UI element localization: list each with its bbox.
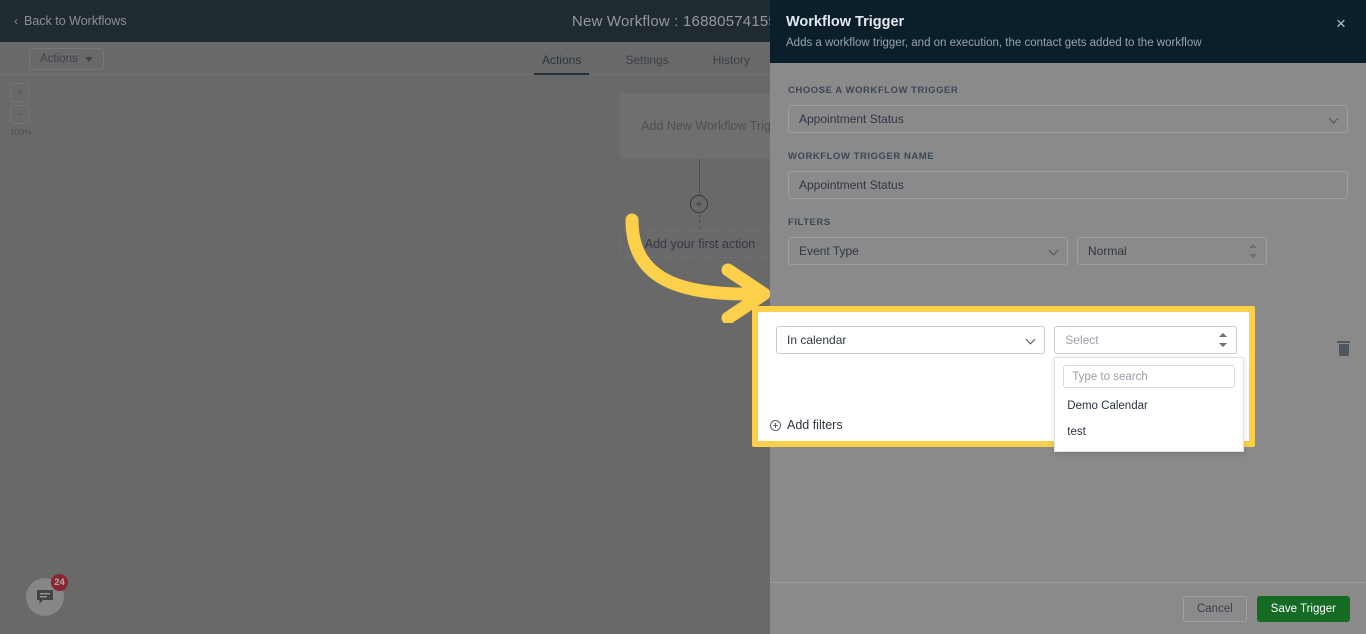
save-trigger-button[interactable]: Save Trigger <box>1256 595 1350 622</box>
chat-widget-button[interactable]: 24 <box>26 574 68 616</box>
calendar-search-input[interactable]: Type to search <box>1063 365 1236 388</box>
panel-header: Workflow Trigger Adds a workflow trigger… <box>770 0 1366 63</box>
chat-bubble-icon <box>37 590 53 604</box>
delete-filter-icon[interactable] <box>1337 341 1350 356</box>
panel-body: CHOOSE A WORKFLOW TRIGGER Appointment St… <box>752 63 1366 582</box>
chevron-down-icon <box>84 56 93 62</box>
filter-calendar-value-placeholder: Select <box>1065 333 1099 347</box>
filter-operator-select[interactable]: Normal <box>1077 237 1267 265</box>
connector-line <box>699 159 700 196</box>
zoom-level-label: 100% <box>10 127 32 137</box>
choose-trigger-value: Appointment Status <box>799 112 904 126</box>
choose-trigger-select[interactable]: Appointment Status <box>788 105 1348 133</box>
chevron-left-icon: ‹ <box>14 14 18 28</box>
actions-button[interactable]: Actions <box>29 48 104 70</box>
close-icon[interactable]: × <box>1332 15 1350 34</box>
highlighted-filter-region: In calendar Select Type to search Demo C… <box>752 306 1255 452</box>
dropdown-option-demo-calendar[interactable]: Demo Calendar <box>1055 393 1243 419</box>
chat-unread-badge: 24 <box>51 574 68 591</box>
filter-field-select[interactable]: Event Type <box>788 237 1068 265</box>
filter-row-2: In calendar Select Type to search Demo C… <box>770 326 1245 452</box>
chevron-down-icon <box>1328 113 1339 124</box>
stepper-icon <box>1218 333 1227 347</box>
app-root: ‹ Back to Workflows New Workflow : 16880… <box>0 0 1366 634</box>
dropdown-option-test[interactable]: test <box>1055 419 1243 445</box>
filter-field-value: Event Type <box>799 244 859 258</box>
app-topbar: ‹ Back to Workflows <box>0 0 770 42</box>
trigger-name-input[interactable]: Appointment Status <box>788 171 1348 199</box>
chevron-down-icon <box>1025 334 1036 345</box>
plus-circle-icon <box>770 419 781 431</box>
filters-label: FILTERS <box>788 217 831 228</box>
filter-row-1: Event Type Normal <box>788 237 1348 265</box>
zoom-in-button[interactable]: + <box>10 83 29 102</box>
actions-button-label: Actions <box>40 53 78 65</box>
back-to-workflows-link[interactable]: ‹ Back to Workflows <box>14 14 127 28</box>
add-filters-label: Add filters <box>787 418 843 432</box>
choose-trigger-label: CHOOSE A WORKFLOW TRIGGER <box>788 85 959 96</box>
chevron-down-icon <box>1048 245 1059 256</box>
cancel-button[interactable]: Cancel <box>1182 595 1247 622</box>
tab-settings[interactable]: Settings <box>603 53 690 75</box>
filter-calendar-select[interactable]: In calendar <box>776 326 1046 354</box>
tab-history[interactable]: History <box>691 53 772 75</box>
trigger-name-value: Appointment Status <box>799 178 904 192</box>
panel-subtitle: Adds a workflow trigger, and on executio… <box>786 37 1202 49</box>
stepper-icon <box>1248 244 1257 258</box>
calendar-search-placeholder: Type to search <box>1072 370 1148 383</box>
filter-calendar-value-select[interactable]: Select <box>1054 326 1237 354</box>
back-to-workflows-label: Back to Workflows <box>24 14 127 28</box>
panel-footer: Cancel Save Trigger <box>770 582 1366 634</box>
tab-actions[interactable]: Actions <box>520 53 603 75</box>
calendar-options-dropdown: Type to search Demo Calendar test <box>1054 357 1245 452</box>
filter-operator-value: Normal <box>1088 244 1127 258</box>
workflow-tabs: Actions Settings History <box>520 42 772 75</box>
add-first-action-node[interactable]: Add your first action <box>620 230 780 258</box>
add-filters-button[interactable]: Add filters <box>770 418 843 432</box>
trigger-name-label: WORKFLOW TRIGGER NAME <box>788 151 935 162</box>
zoom-controls: + − 100% <box>10 83 32 137</box>
zoom-out-button[interactable]: − <box>10 105 29 124</box>
add-node-plus-icon[interactable]: + <box>690 195 708 213</box>
workflow-trigger-panel: Workflow Trigger Adds a workflow trigger… <box>752 0 1366 634</box>
filter-calendar-value: In calendar <box>787 333 847 347</box>
panel-title: Workflow Trigger <box>786 14 905 30</box>
